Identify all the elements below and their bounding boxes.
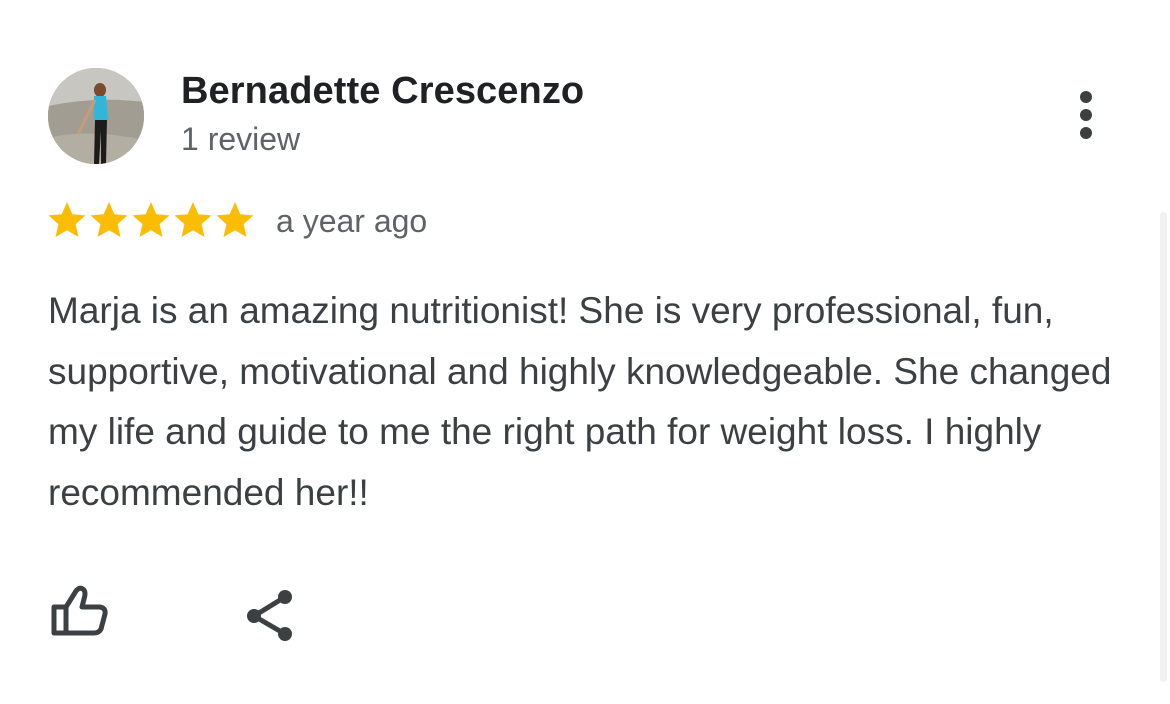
like-button[interactable] [46,583,112,643]
thumb-up-icon [51,585,108,636]
share-button[interactable] [242,586,300,646]
review-card: Bernadette Crescenzo 1 review a year ago… [0,0,1170,704]
review-time: a year ago [276,203,428,239]
scrollbar[interactable] [1160,212,1167,682]
review-text: Marja is an amazing nutritionist! She is… [48,290,1112,513]
more-vert-icon [1080,91,1092,139]
avatar-photo [48,68,144,164]
star-icon [90,202,128,237]
star-icon [132,202,170,237]
review-count[interactable]: 1 review [181,121,300,158]
avatar[interactable] [48,68,144,164]
star-rating [46,199,256,243]
star-icon [174,202,212,237]
reviewer-name[interactable]: Bernadette Crescenzo [181,70,584,113]
star-icon [48,202,86,237]
star-icon [216,202,254,237]
more-options-button[interactable] [1064,86,1108,146]
share-icon [247,590,292,641]
